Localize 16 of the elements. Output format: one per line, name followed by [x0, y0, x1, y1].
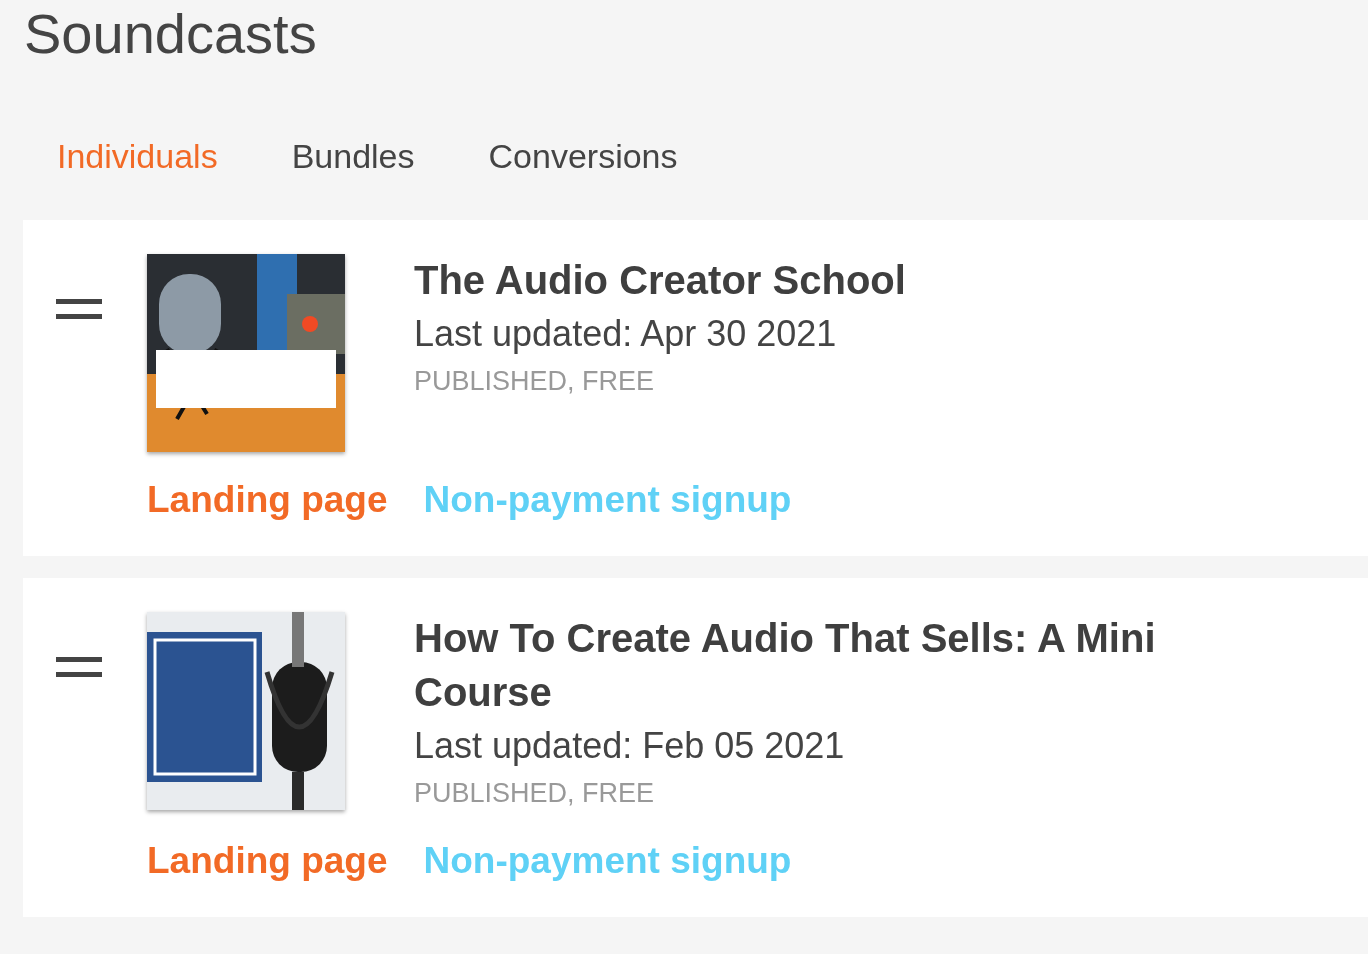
landing-page-link[interactable]: Landing page: [147, 837, 388, 885]
soundcast-title: How To Create Audio That Sells: A Mini Course: [414, 615, 1157, 716]
drag-handle-icon[interactable]: [56, 299, 102, 319]
drag-handle-icon[interactable]: [56, 657, 102, 677]
signup-link[interactable]: Non-payment signup: [423, 837, 792, 885]
page-title: Soundcasts: [23, 1, 318, 66]
tab[interactable]: Bundles: [291, 136, 415, 176]
tab[interactable]: Conversions: [488, 136, 678, 176]
last-updated: Last updated: Feb 05 2021: [414, 724, 846, 768]
landing-page-link[interactable]: Landing page: [147, 476, 388, 524]
last-updated: Last updated: Apr 30 2021: [414, 312, 838, 356]
signup-link[interactable]: Non-payment signup: [423, 476, 792, 524]
tab[interactable]: Individuals: [57, 136, 218, 176]
status-text: PUBLISHED, FREE: [414, 777, 656, 810]
status-text: PUBLISHED, FREE: [414, 365, 656, 398]
soundcast-title: The Audio Creator School: [414, 257, 907, 304]
